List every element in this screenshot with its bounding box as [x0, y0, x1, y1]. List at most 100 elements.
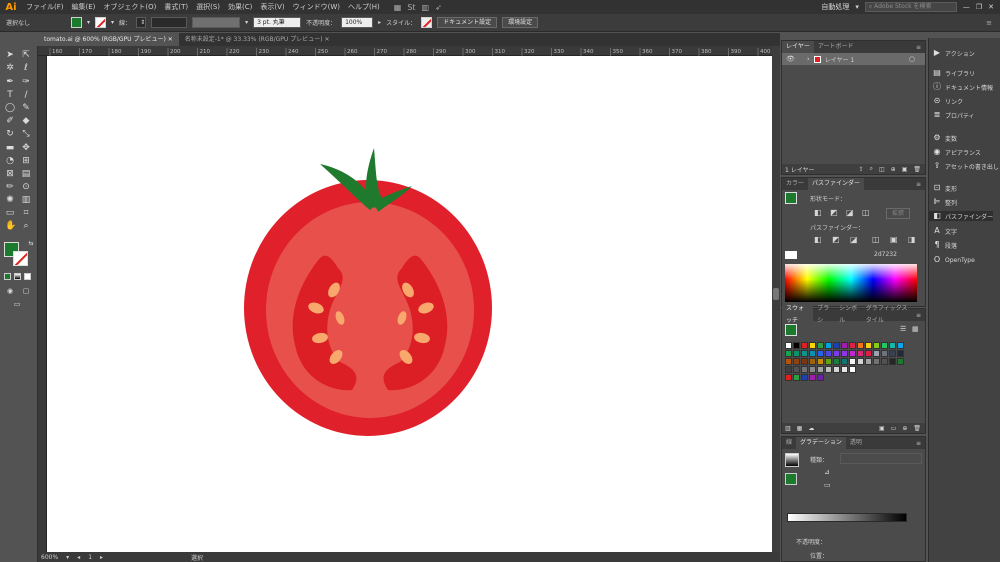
swatch-libraries-icon[interactable]: ▥ [785, 425, 791, 432]
swatch[interactable] [897, 358, 904, 365]
perspective-grid-tool-icon[interactable]: ⊞ [21, 156, 31, 166]
swatch[interactable] [785, 342, 792, 349]
screen-mode-icon[interactable]: ▭ [12, 299, 22, 309]
line-tool-icon[interactable]: / [21, 90, 31, 100]
eye-icon[interactable]: 👁 [786, 55, 795, 63]
swatch[interactable] [825, 342, 832, 349]
swatch[interactable] [793, 342, 800, 349]
opacity-input[interactable]: 100% [341, 17, 374, 28]
stroke-swatch[interactable] [13, 251, 28, 266]
close-icon[interactable]: ✕ [324, 36, 329, 43]
tab-color[interactable]: カラー [782, 178, 808, 190]
swatch[interactable] [865, 350, 872, 357]
curvature-tool-icon[interactable]: ✑ [21, 77, 31, 87]
gradient-tool-icon[interactable]: ▤ [21, 169, 31, 179]
eraser-tool-icon[interactable]: ◆ [21, 116, 31, 126]
swatch[interactable] [793, 374, 800, 381]
swatch[interactable] [817, 342, 824, 349]
arrange-documents-icon[interactable]: ▥ [422, 3, 430, 12]
graphic-style-swatch[interactable] [421, 17, 433, 28]
stroke-color-swatch[interactable] [95, 17, 107, 28]
swatch-options-icon[interactable]: ▣ [879, 425, 885, 432]
new-layer-icon[interactable]: ▣ [902, 166, 908, 173]
fill-swatch-small[interactable] [785, 192, 797, 204]
lasso-tool-icon[interactable]: ℓ [21, 63, 31, 73]
tab-stroke[interactable]: 線 [782, 437, 796, 449]
swatch[interactable] [849, 342, 856, 349]
chevron-right-icon[interactable]: ▸ [378, 19, 381, 26]
locate-object-icon[interactable]: ⌕ [870, 165, 873, 173]
expand-button[interactable]: 拡張 [886, 208, 911, 219]
zoom-tool-icon[interactable]: ⌕ [21, 221, 31, 231]
swatch[interactable] [809, 350, 816, 357]
tab-layers[interactable]: レイヤー [782, 41, 814, 53]
width-tool-icon[interactable]: ▬ [5, 143, 15, 153]
close-icon[interactable]: ✕ [988, 3, 994, 11]
tab-tomato[interactable]: tomato.ai @ 600% (RGB/GPU プレビュー) ✕ [38, 33, 179, 46]
swatch[interactable] [833, 358, 840, 365]
trim-icon[interactable]: ◩ [832, 235, 840, 244]
exclude-icon[interactable]: ◫ [862, 208, 870, 217]
swatch[interactable] [809, 374, 816, 381]
document-setup-button[interactable]: ドキュメント設定 [437, 17, 498, 28]
stock-icon[interactable]: St [407, 3, 415, 12]
cloud-icon[interactable]: ☁ [808, 425, 814, 432]
restore-icon[interactable]: ❐ [976, 3, 982, 11]
swatch[interactable] [825, 358, 832, 365]
swatch[interactable] [849, 350, 856, 357]
menu-window[interactable]: ウィンドウ(W) [289, 2, 344, 12]
swatch[interactable] [865, 358, 872, 365]
swatch[interactable] [833, 342, 840, 349]
swatch[interactable] [785, 374, 792, 381]
swatch[interactable] [841, 350, 848, 357]
swatch[interactable] [809, 366, 816, 373]
zoom-level[interactable]: 600% [41, 554, 58, 561]
fill-color-swatch[interactable] [71, 17, 83, 28]
scale-tool-icon[interactable]: ⤡ [21, 129, 31, 139]
magic-wand-tool-icon[interactable]: ✲ [5, 63, 15, 73]
swatch[interactable] [817, 374, 824, 381]
opacity-label[interactable]: 不透明度： [306, 18, 336, 27]
panel-menu-icon[interactable]: ≡ [916, 312, 925, 319]
swatch[interactable] [785, 366, 792, 373]
fill-swatch-small[interactable] [785, 324, 797, 336]
minimize-icon[interactable]: — [963, 3, 970, 11]
hand-tool-icon[interactable]: ✋ [5, 221, 16, 231]
puppet-warp-tool-icon[interactable]: ✥ [21, 143, 31, 153]
dock-appearance[interactable]: ◉ アピアランス [933, 147, 981, 157]
swatch[interactable] [841, 366, 848, 373]
close-icon[interactable]: ✕ [168, 36, 173, 43]
swatch[interactable] [873, 350, 880, 357]
direct-selection-tool-icon[interactable]: ⇱ [21, 50, 31, 60]
preferences-button[interactable]: 環境設定 [502, 17, 539, 28]
selection-tool-icon[interactable]: ➤ [5, 50, 15, 60]
minus-back-icon[interactable]: ◨ [908, 235, 916, 244]
delete-icon[interactable]: 🗑 [913, 166, 921, 173]
layer-row[interactable]: 👁 › レイヤー 1 ○ [782, 53, 925, 65]
swatch[interactable] [785, 350, 792, 357]
hex-value[interactable]: 2d7232 [874, 251, 897, 258]
dock-align[interactable]: ⊫ 整列 [933, 197, 958, 207]
artboard-number[interactable]: 1 [88, 554, 92, 561]
swatch[interactable] [817, 366, 824, 373]
dock-opentype[interactable]: O OpenType [933, 255, 975, 265]
scrollbar-thumb[interactable] [773, 288, 779, 300]
outline-icon[interactable]: ▣ [890, 235, 898, 244]
swatch[interactable] [785, 358, 792, 365]
blend-tool-icon[interactable]: ⊙ [21, 182, 31, 192]
gradient-slider[interactable] [787, 513, 907, 522]
stock-search-input[interactable]: ⌕ Adobe Stock を検索 [864, 2, 957, 12]
divide-icon[interactable]: ◧ [814, 235, 822, 244]
menu-type[interactable]: 書式(T) [160, 2, 192, 12]
swatch[interactable] [897, 350, 904, 357]
clipping-mask-icon[interactable]: ◫ [879, 166, 885, 173]
dock-pathfinder[interactable]: ◧ パスファインダー [929, 211, 993, 221]
bridge-icon[interactable]: ▦ [394, 3, 402, 12]
dock-links[interactable]: ⊝ リンク [933, 96, 963, 106]
swatch[interactable] [801, 350, 808, 357]
panel-menu-icon[interactable]: ≡ [986, 19, 992, 27]
swatch[interactable] [817, 358, 824, 365]
swatch[interactable] [801, 366, 808, 373]
swatch[interactable] [857, 358, 864, 365]
dock-properties[interactable]: ≣ プロパティ [933, 110, 975, 120]
